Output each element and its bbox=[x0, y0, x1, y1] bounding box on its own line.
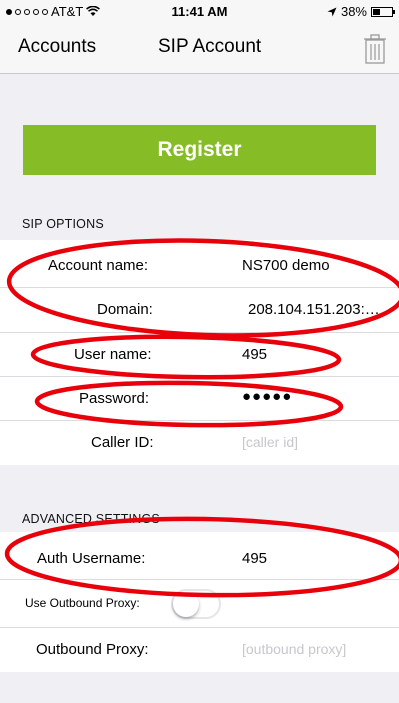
auth-username-row[interactable]: Auth Username: 495 bbox=[0, 532, 399, 580]
account-name-field[interactable]: NS700 demo bbox=[242, 257, 330, 274]
battery-indicator: 38% bbox=[327, 4, 395, 19]
battery-percent: 38% bbox=[340, 4, 367, 19]
use-outbound-proxy-label: Use Outbound Proxy: bbox=[25, 596, 140, 610]
toggle-knob bbox=[173, 591, 199, 617]
password-label: Password: bbox=[79, 390, 150, 407]
location-arrow-icon bbox=[327, 7, 337, 16]
outbound-proxy-row[interactable]: Outbound Proxy: [outbound proxy] bbox=[0, 628, 399, 672]
account-name-label: Account name: bbox=[48, 257, 149, 274]
domain-field[interactable]: 208.104.151.203:… bbox=[248, 301, 380, 318]
back-button[interactable]: Accounts bbox=[18, 36, 96, 58]
section-header-sip-options: SIP OPTIONS bbox=[22, 217, 104, 231]
use-outbound-proxy-toggle[interactable] bbox=[171, 589, 221, 619]
auth-username-label: Auth Username: bbox=[37, 550, 146, 567]
battery-icon bbox=[371, 6, 395, 17]
navigation-bar: Accounts SIP Account bbox=[0, 22, 399, 74]
use-outbound-proxy-row: Use Outbound Proxy: bbox=[0, 580, 399, 628]
caller-id-field[interactable]: [caller id] bbox=[242, 434, 298, 450]
status-bar: AT&T 11:41 AM 38% bbox=[0, 0, 399, 22]
caller-id-label: Caller ID: bbox=[91, 434, 154, 451]
sip-options-group: Account name: NS700 demo Domain: 208.104… bbox=[0, 240, 399, 465]
advanced-settings-group: Auth Username: 495 Use Outbound Proxy: O… bbox=[0, 532, 399, 672]
register-button[interactable]: Register bbox=[23, 125, 376, 175]
battery-fill bbox=[373, 8, 380, 15]
outbound-proxy-field[interactable]: [outbound proxy] bbox=[242, 641, 346, 657]
user-name-label: User name: bbox=[74, 346, 152, 363]
outbound-proxy-label: Outbound Proxy: bbox=[36, 641, 149, 658]
password-field[interactable]: ●●●●● bbox=[242, 388, 292, 405]
domain-row[interactable]: Domain: 208.104.151.203:… bbox=[0, 288, 399, 333]
user-name-field[interactable]: 495 bbox=[242, 346, 267, 363]
page-title: SIP Account bbox=[158, 36, 262, 57]
account-name-row[interactable]: Account name: NS700 demo bbox=[0, 240, 399, 288]
user-name-row[interactable]: User name: 495 bbox=[0, 333, 399, 377]
section-header-advanced-settings: ADVANCED SETTINGS bbox=[22, 512, 160, 526]
auth-username-field[interactable]: 495 bbox=[242, 550, 267, 567]
password-row[interactable]: Password: ●●●●● bbox=[0, 377, 399, 421]
domain-label: Domain: bbox=[97, 301, 153, 318]
caller-id-row[interactable]: Caller ID: [caller id] bbox=[0, 421, 399, 465]
trash-icon[interactable] bbox=[363, 34, 387, 64]
